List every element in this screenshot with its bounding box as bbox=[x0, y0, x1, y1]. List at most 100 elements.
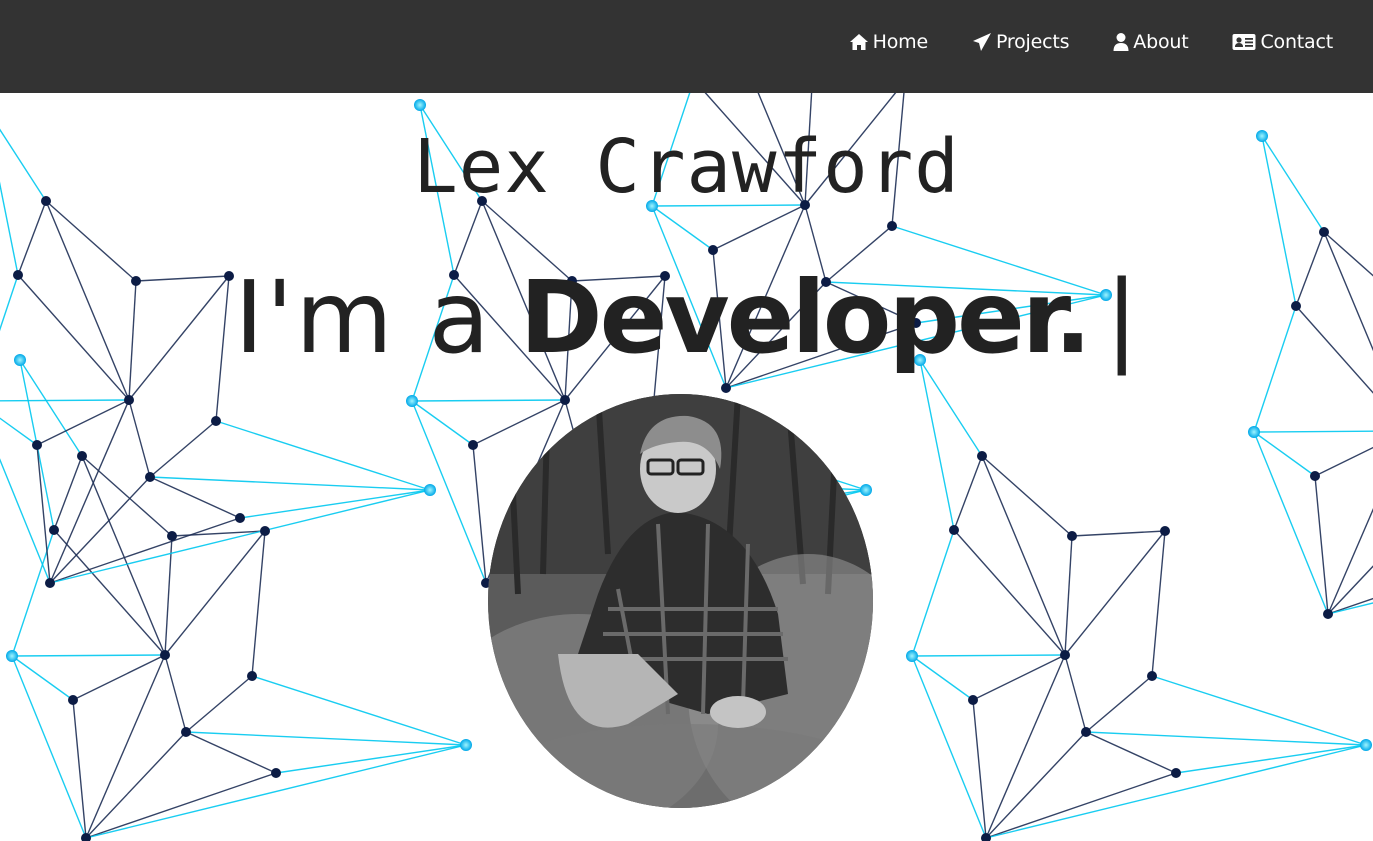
network-node bbox=[1319, 227, 1329, 237]
network-line bbox=[0, 399, 130, 402]
network-line bbox=[411, 399, 566, 402]
network-node bbox=[124, 395, 134, 405]
network-node bbox=[247, 671, 257, 681]
network-node bbox=[68, 695, 78, 705]
network-line bbox=[49, 476, 151, 584]
hero-tagline: I'm a Developer. | bbox=[0, 258, 1373, 378]
network-node bbox=[160, 650, 170, 660]
profile-photo-image bbox=[488, 394, 873, 808]
network-line bbox=[185, 675, 253, 733]
network-line bbox=[149, 420, 217, 478]
top-navbar: Home Projects About Contact bbox=[0, 0, 1373, 93]
profile-photo bbox=[488, 394, 873, 808]
network-node bbox=[145, 472, 155, 482]
network-node bbox=[260, 526, 270, 536]
network-line bbox=[185, 731, 277, 774]
network-node bbox=[1060, 650, 1070, 660]
nav-home-link[interactable]: Home bbox=[849, 31, 928, 53]
nav-about-label: About bbox=[1133, 31, 1189, 53]
network-node bbox=[977, 451, 987, 461]
network-line bbox=[1314, 446, 1373, 477]
network-line bbox=[1064, 654, 1087, 733]
network-node bbox=[167, 531, 177, 541]
network-line bbox=[164, 654, 187, 733]
network-node bbox=[77, 451, 87, 461]
network-line bbox=[11, 654, 166, 657]
network-line bbox=[985, 772, 1177, 839]
network-line bbox=[953, 529, 1066, 656]
network-node bbox=[1323, 609, 1333, 619]
network-line bbox=[49, 489, 431, 584]
network-node bbox=[1067, 531, 1077, 541]
network-line bbox=[128, 399, 151, 478]
network-node bbox=[708, 245, 718, 255]
network-line bbox=[1314, 475, 1329, 615]
network-line bbox=[0, 458, 51, 584]
network-line bbox=[1064, 535, 1073, 656]
network-node bbox=[32, 440, 42, 450]
network-line bbox=[0, 417, 38, 446]
network-line bbox=[911, 654, 1066, 657]
network-node bbox=[1081, 727, 1091, 737]
nav-projects-link[interactable]: Projects bbox=[972, 31, 1069, 53]
network-node bbox=[406, 395, 418, 407]
network-node bbox=[860, 484, 872, 496]
network-line bbox=[185, 731, 467, 746]
network-line bbox=[1064, 530, 1166, 656]
nav-about-link[interactable]: About bbox=[1113, 31, 1189, 53]
network-node bbox=[560, 395, 570, 405]
network-node bbox=[271, 768, 281, 778]
network-node bbox=[6, 650, 18, 662]
tagline-prefix: I'm a bbox=[234, 259, 492, 376]
network-line bbox=[72, 699, 87, 839]
tagline-role: Developer. bbox=[519, 259, 1092, 376]
network-node bbox=[1147, 671, 1157, 681]
network-line bbox=[85, 772, 277, 839]
network-node bbox=[1171, 768, 1181, 778]
network-line bbox=[85, 654, 166, 839]
network-node bbox=[721, 383, 731, 393]
network-line bbox=[149, 476, 241, 519]
network-line bbox=[251, 675, 467, 746]
network-line bbox=[972, 654, 1066, 701]
network-line bbox=[72, 654, 166, 701]
network-line bbox=[1151, 675, 1367, 746]
network-line bbox=[1151, 530, 1166, 677]
network-line bbox=[215, 420, 431, 491]
network-line bbox=[11, 529, 55, 657]
network-line bbox=[1085, 731, 1367, 746]
typing-cursor: | bbox=[1104, 259, 1139, 376]
network-node bbox=[949, 525, 959, 535]
nav-contact-link[interactable]: Contact bbox=[1232, 31, 1333, 53]
hero-name: Lex Crawford bbox=[413, 124, 960, 210]
network-line bbox=[472, 399, 566, 446]
network-node bbox=[235, 513, 245, 523]
network-node bbox=[468, 440, 478, 450]
network-node bbox=[887, 221, 897, 231]
network-line bbox=[972, 699, 987, 839]
network-node bbox=[1360, 739, 1372, 751]
network-line bbox=[953, 455, 983, 531]
network-node bbox=[1248, 426, 1260, 438]
network-line bbox=[81, 455, 166, 656]
network-line bbox=[81, 455, 173, 537]
network-node bbox=[45, 578, 55, 588]
nav-links: Home Projects About Contact bbox=[849, 31, 1333, 53]
network-node bbox=[1160, 526, 1170, 536]
network-line bbox=[1253, 430, 1373, 433]
network-line bbox=[985, 654, 1066, 839]
network-line bbox=[149, 476, 431, 491]
network-line bbox=[251, 530, 266, 677]
network-line bbox=[472, 444, 487, 584]
home-icon bbox=[849, 34, 868, 50]
user-icon bbox=[1113, 33, 1129, 51]
network-line bbox=[85, 744, 467, 839]
contact-card-icon bbox=[1232, 34, 1256, 50]
network-line bbox=[911, 529, 955, 657]
network-node bbox=[414, 99, 426, 111]
network-line bbox=[85, 731, 187, 839]
network-node bbox=[968, 695, 978, 705]
network-node bbox=[460, 739, 472, 751]
network-line bbox=[1085, 675, 1153, 733]
network-node bbox=[211, 416, 221, 426]
